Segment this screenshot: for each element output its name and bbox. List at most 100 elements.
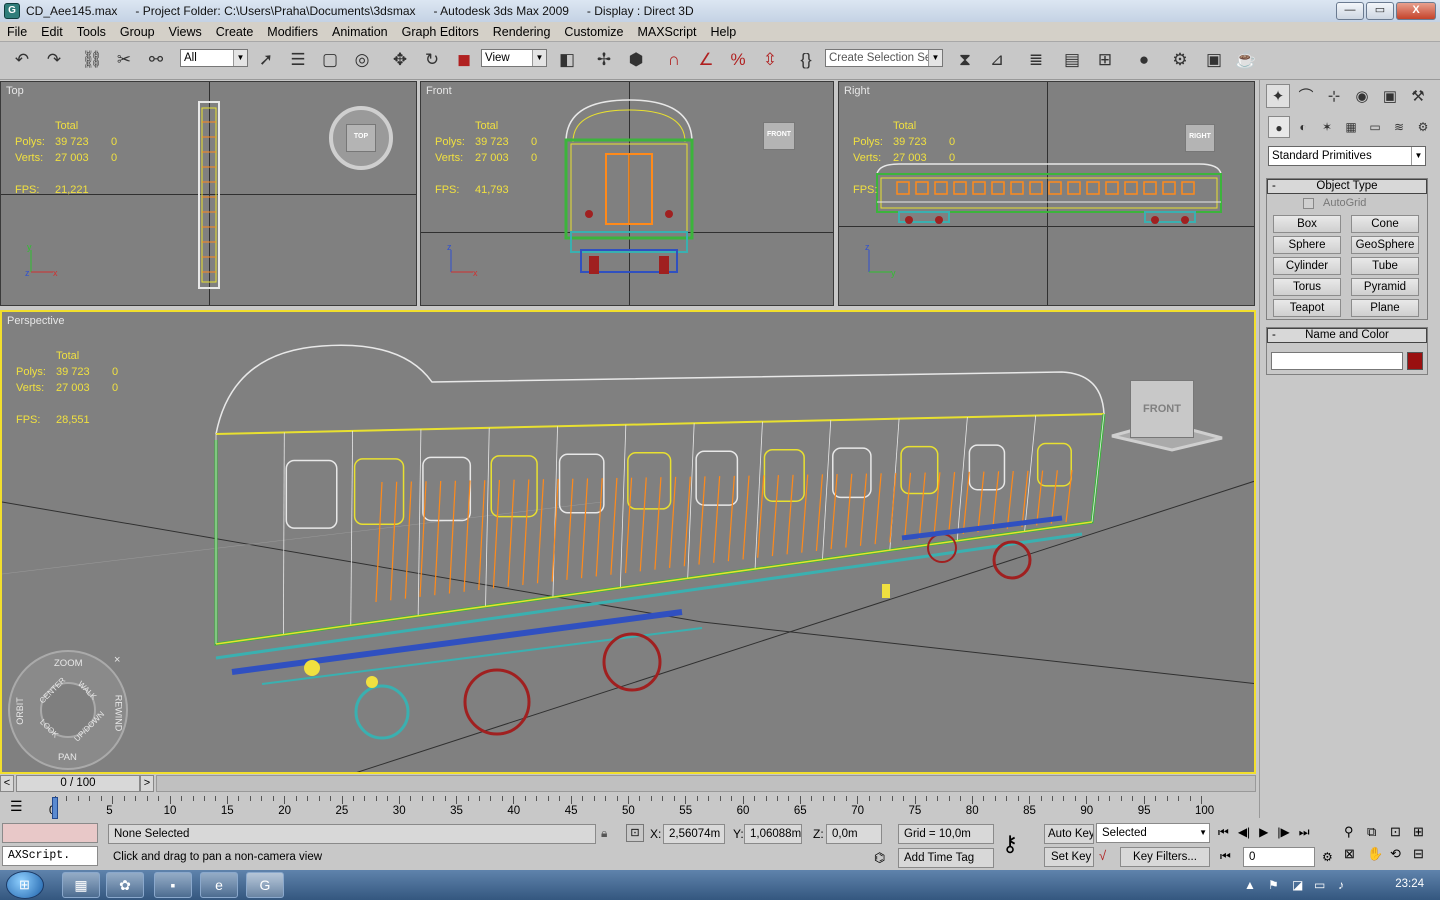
viewcube-right[interactable]: RIGHT: [1185, 124, 1215, 152]
motion-tab-icon[interactable]: ◉: [1350, 84, 1374, 108]
viewport-perspective[interactable]: FRONT RIGHT Perspective Total Polys: 39 7…: [0, 310, 1256, 774]
steering-orbit[interactable]: ORBIT: [15, 697, 25, 725]
viewport-label-perspective[interactable]: Perspective: [7, 315, 64, 327]
viewport-top[interactable]: TOP Top Total Polys: 39 723 0 Verts: 27 003…: [0, 81, 417, 306]
menu-views[interactable]: Views: [162, 25, 209, 39]
play-icon[interactable]: ▶: [1259, 825, 1268, 840]
taskbar-explorer-icon[interactable]: ▦: [62, 872, 100, 898]
rectangular-selection-icon[interactable]: ▢: [318, 48, 342, 72]
go-to-start-icon[interactable]: ⏮: [1218, 825, 1229, 840]
orbit-icon[interactable]: ⟲: [1390, 846, 1413, 862]
maxscript-listener-mini[interactable]: [2, 823, 98, 843]
go-to-end-icon[interactable]: ⏭: [1299, 825, 1310, 840]
angle-snap-icon[interactable]: ∠: [694, 48, 718, 72]
object-color-swatch[interactable]: [1407, 352, 1423, 370]
maximize-button[interactable]: ▭: [1366, 2, 1394, 20]
next-frame-icon[interactable]: |▶: [1277, 825, 1289, 840]
tray-expand-icon[interactable]: ▲: [1244, 878, 1256, 892]
zoom-all-icon[interactable]: ⧉: [1367, 824, 1390, 840]
set-key-button[interactable]: Set Key: [1044, 847, 1094, 867]
plane-button[interactable]: Plane: [1351, 299, 1419, 317]
align-icon[interactable]: ⊿: [985, 48, 1009, 72]
select-object-icon[interactable]: ➚: [254, 48, 278, 72]
add-time-tag-button[interactable]: Add Time Tag: [898, 848, 994, 868]
geometry-icon[interactable]: ●: [1268, 116, 1290, 138]
menu-maxscript[interactable]: MAXScript: [630, 25, 703, 39]
select-manipulate-icon[interactable]: ✢: [592, 48, 616, 72]
field-of-view-icon[interactable]: ⊠: [1344, 846, 1367, 862]
menu-tools[interactable]: Tools: [70, 25, 113, 39]
mirror-icon[interactable]: ⧗: [953, 48, 977, 72]
viewcube-front-face[interactable]: FRONT: [1143, 403, 1181, 415]
hierarchy-tab-icon[interactable]: ⊹: [1322, 84, 1346, 108]
menu-graph-editors[interactable]: Graph Editors: [395, 25, 486, 39]
select-and-rotate-icon[interactable]: ↻: [420, 48, 444, 72]
tray-volume-icon[interactable]: ♪: [1338, 878, 1344, 892]
tube-button[interactable]: Tube: [1351, 257, 1419, 275]
redo-icon[interactable]: ↷: [42, 48, 66, 72]
start-button[interactable]: ⊞: [6, 871, 44, 899]
auto-key-button[interactable]: Auto Key: [1044, 824, 1094, 844]
render-production-icon[interactable]: ☕: [1234, 48, 1258, 72]
utilities-tab-icon[interactable]: ⚒: [1406, 84, 1430, 108]
tray-app-icon[interactable]: ◪: [1292, 878, 1303, 892]
time-configuration-icon[interactable]: ⚙: [1322, 850, 1333, 864]
lights-icon[interactable]: ✶: [1316, 116, 1338, 138]
taskbar-app-icon[interactable]: ✿: [106, 872, 144, 898]
schematic-view-icon[interactable]: ⊞: [1093, 48, 1117, 72]
tray-network-icon[interactable]: ▭: [1314, 878, 1325, 892]
y-coord-input[interactable]: 1,06088m: [744, 824, 802, 844]
menu-edit[interactable]: Edit: [34, 25, 70, 39]
select-by-name-icon[interactable]: ☰: [286, 48, 310, 72]
maximize-viewport-icon[interactable]: ⊟: [1413, 846, 1436, 862]
pyramid-button[interactable]: Pyramid: [1351, 278, 1419, 296]
cone-button[interactable]: Cone: [1351, 215, 1419, 233]
undo-icon[interactable]: ↶: [10, 48, 34, 72]
key-mode-toggle-icon[interactable]: ⏮: [1220, 849, 1231, 864]
viewcube-top[interactable]: TOP: [346, 124, 376, 152]
space-warps-icon[interactable]: ≋: [1388, 116, 1410, 138]
selection-filter-dropdown[interactable]: All ▼: [180, 49, 248, 67]
window-crossing-icon[interactable]: ◎: [350, 48, 374, 72]
viewport-label-right[interactable]: Right: [844, 85, 870, 97]
cameras-icon[interactable]: ▦: [1340, 116, 1362, 138]
select-and-move-icon[interactable]: ✥: [388, 48, 412, 72]
helpers-icon[interactable]: ▭: [1364, 116, 1386, 138]
close-button[interactable]: X: [1396, 2, 1436, 20]
viewport-right[interactable]: RIGHT Right Total Polys: 39 723 0 Verts: 27…: [838, 81, 1255, 306]
percent-snap-icon[interactable]: %: [726, 48, 750, 72]
steering-wheel[interactable]: ZOOM ORBIT CENTER WALK LOOK UP/DOWN REWI…: [8, 650, 128, 770]
taskbar-3dsmax-icon[interactable]: G: [246, 872, 284, 898]
taskbar-ie-icon[interactable]: e: [200, 872, 238, 898]
time-slider-next-button[interactable]: >: [140, 775, 154, 792]
layer-manager-icon[interactable]: ≣: [1024, 48, 1048, 72]
pan-view-icon[interactable]: ✋: [1367, 846, 1390, 862]
display-tab-icon[interactable]: ▣: [1378, 84, 1402, 108]
viewport-label-front[interactable]: Front: [426, 85, 452, 97]
key-filters-button[interactable]: Key Filters...: [1120, 847, 1210, 867]
shapes-icon[interactable]: ◐: [1292, 116, 1314, 138]
named-selection-set-input[interactable]: Create Selection Set ▼: [825, 49, 943, 67]
zoom-icon[interactable]: ⚲: [1344, 824, 1367, 840]
x-coord-input[interactable]: 2,56074m: [663, 824, 725, 844]
curve-editor-icon[interactable]: ▤: [1060, 48, 1084, 72]
teapot-button[interactable]: Teapot: [1273, 299, 1341, 317]
viewcube-front[interactable]: FRONT: [763, 122, 795, 150]
menu-file[interactable]: File: [0, 25, 34, 39]
cylinder-button[interactable]: Cylinder: [1273, 257, 1341, 275]
track-bar[interactable]: ☰ 05101520253035404550556065707580859095…: [0, 795, 1259, 821]
object-type-rollout-header[interactable]: - Object Type: [1267, 179, 1427, 194]
absolute-transform-icon[interactable]: ⊡: [626, 824, 644, 842]
time-slider-prev-button[interactable]: <: [0, 775, 14, 792]
menu-create[interactable]: Create: [209, 25, 261, 39]
geosphere-button[interactable]: GeoSphere: [1351, 236, 1419, 254]
create-tab-icon[interactable]: ✦: [1266, 84, 1290, 108]
app-icon[interactable]: G: [4, 3, 20, 19]
name-and-color-rollout-header[interactable]: - Name and Color: [1267, 328, 1427, 343]
viewport-front[interactable]: FRONT Front Total Polys: 39 723 0 Verts: 27…: [420, 81, 834, 306]
select-and-link-icon[interactable]: ⛓: [80, 48, 104, 72]
systems-icon[interactable]: ⚙: [1412, 116, 1434, 138]
key-filters-icon[interactable]: √: [1099, 848, 1106, 863]
taskbar-save-icon[interactable]: ▪: [154, 872, 192, 898]
zoom-extents-icon[interactable]: ⊡: [1390, 824, 1413, 840]
